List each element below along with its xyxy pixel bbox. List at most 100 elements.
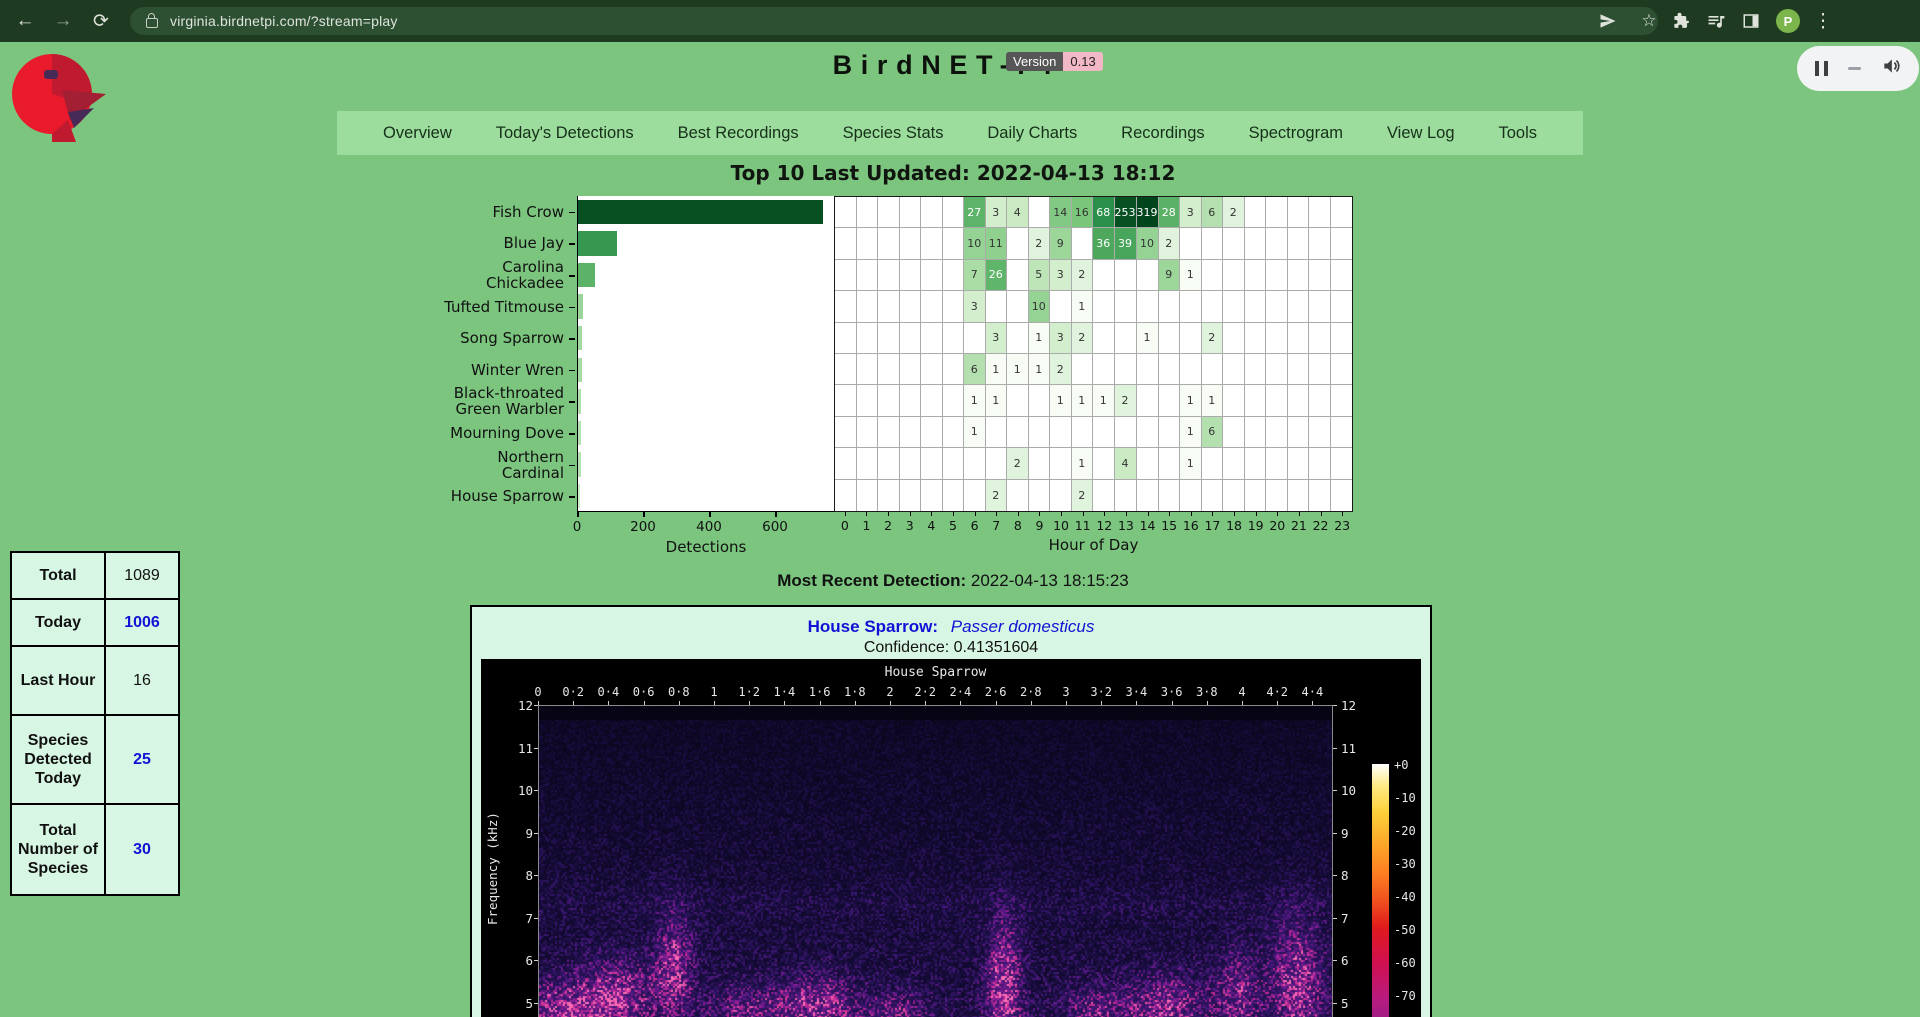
forward-icon[interactable]: → bbox=[48, 0, 78, 42]
stats-value[interactable]: 25 bbox=[106, 716, 178, 803]
side-panel-icon[interactable] bbox=[1742, 7, 1760, 35]
y-tick bbox=[569, 307, 575, 309]
nav-item-today-s-detections[interactable]: Today's Detections bbox=[496, 124, 634, 143]
nav-item-overview[interactable]: Overview bbox=[383, 124, 452, 143]
hour-tick-label: 10 bbox=[1053, 518, 1069, 533]
heatmap-cell: 3 bbox=[986, 197, 1008, 228]
heatmap-cell bbox=[1202, 448, 1224, 479]
time-tick-label: 3·6 bbox=[1161, 685, 1183, 699]
heatmap-cell bbox=[1245, 417, 1267, 448]
url-text[interactable]: virginia.birdnetpi.com/?stream=play bbox=[170, 13, 398, 29]
nav-item-view-log[interactable]: View Log bbox=[1387, 124, 1455, 143]
heatmap-cell bbox=[1245, 228, 1267, 259]
bar-mourning-dove bbox=[578, 421, 581, 446]
time-tick bbox=[820, 701, 821, 705]
profile-avatar[interactable]: P bbox=[1776, 7, 1800, 35]
send-icon[interactable] bbox=[1598, 7, 1618, 35]
heatmap-cell: 2 bbox=[1007, 448, 1029, 479]
pause-button[interactable] bbox=[1815, 61, 1828, 76]
playlist-icon[interactable] bbox=[1706, 7, 1726, 35]
reload-icon[interactable]: ⟳ bbox=[86, 0, 116, 42]
freq-tick-label: 7 bbox=[511, 911, 533, 926]
version-badge: Version 0.13 bbox=[1006, 52, 1103, 71]
nav-item-recordings[interactable]: Recordings bbox=[1121, 124, 1204, 143]
db-tick-label: -60 bbox=[1394, 956, 1416, 970]
heatmap-cell bbox=[1093, 291, 1115, 322]
bookmark-star-icon[interactable]: ☆ bbox=[1636, 0, 1662, 42]
nav-item-best-recordings[interactable]: Best Recordings bbox=[678, 124, 799, 143]
nav-item-species-stats[interactable]: Species Stats bbox=[843, 124, 944, 143]
freq-tick-label: 5 bbox=[1341, 996, 1363, 1011]
heatmap-cell bbox=[1180, 323, 1202, 354]
heatmap-cell: 39 bbox=[1115, 228, 1137, 259]
db-tick-label: -10 bbox=[1394, 791, 1416, 805]
species-name-link[interactable]: House Sparrow: bbox=[808, 617, 938, 636]
freq-tick-label: 6 bbox=[1341, 953, 1363, 968]
detection-card: House Sparrow: Passer domesticus Confide… bbox=[470, 605, 1432, 1017]
menu-dots-icon[interactable]: ⋮ bbox=[1812, 0, 1834, 42]
freq-tick-label: 6 bbox=[511, 953, 533, 968]
heatmap-cell bbox=[1137, 291, 1159, 322]
heatmap-cell bbox=[1331, 354, 1353, 385]
heatmap-cell bbox=[1288, 323, 1310, 354]
heatmap-cell bbox=[1180, 291, 1202, 322]
hour-tick bbox=[1018, 512, 1019, 516]
db-tick-label: -70 bbox=[1394, 989, 1416, 1003]
heatmap-cell bbox=[1115, 417, 1137, 448]
heatmap-cell bbox=[943, 291, 965, 322]
heatmap-cell bbox=[1309, 480, 1331, 511]
hour-tick-label: 18 bbox=[1226, 518, 1242, 533]
spectrogram-image[interactable]: House Sparrow Frequency (kHz) 00·20·40·6… bbox=[481, 659, 1421, 1017]
heatmap-cell bbox=[943, 323, 965, 354]
y-tick bbox=[569, 338, 575, 340]
hour-tick bbox=[910, 512, 911, 516]
stats-value[interactable]: 1006 bbox=[106, 600, 178, 645]
heatmap-cell: 1 bbox=[986, 354, 1008, 385]
heatmap-cell: 1 bbox=[1072, 291, 1094, 322]
heatmap-cell: 1 bbox=[1093, 385, 1115, 416]
nav-item-tools[interactable]: Tools bbox=[1498, 124, 1537, 143]
time-tick bbox=[960, 701, 961, 705]
nav-item-daily-charts[interactable]: Daily Charts bbox=[987, 124, 1077, 143]
heatmap-cell bbox=[1007, 228, 1029, 259]
heatmap-cell bbox=[1007, 260, 1029, 291]
heatmap-cell bbox=[835, 417, 857, 448]
stats-value[interactable]: 30 bbox=[106, 805, 178, 894]
extensions-icon[interactable] bbox=[1672, 7, 1691, 35]
freq-tick-label: 11 bbox=[511, 741, 533, 756]
top10-banner: Top 10 Last Updated: 2022-04-13 18:12 bbox=[0, 161, 1906, 185]
heatmap-cell bbox=[1245, 260, 1267, 291]
hour-tick bbox=[1342, 512, 1343, 516]
time-tick-label: 2·4 bbox=[950, 685, 972, 699]
heatmap-cell bbox=[1093, 323, 1115, 354]
heatmap-cell bbox=[857, 228, 879, 259]
hour-tick-label: 7 bbox=[992, 518, 1000, 533]
hour-tick-label: 15 bbox=[1161, 518, 1177, 533]
address-bar[interactable]: virginia.birdnetpi.com/?stream=play bbox=[130, 7, 1658, 35]
heatmap-cell bbox=[1180, 354, 1202, 385]
heatmap-cell: 3 bbox=[1050, 260, 1072, 291]
hour-tick-label: 9 bbox=[1035, 518, 1043, 533]
heatmap-cell bbox=[986, 291, 1008, 322]
volume-icon[interactable] bbox=[1881, 56, 1901, 81]
birdnetpi-page: ← → ⟳ virginia.birdnetpi.com/?stream=pla… bbox=[0, 0, 1920, 1017]
time-tick-label: 0·6 bbox=[633, 685, 655, 699]
heatmap-cell bbox=[1309, 417, 1331, 448]
hour-tick bbox=[866, 512, 867, 516]
nav-item-spectrogram[interactable]: Spectrogram bbox=[1249, 124, 1343, 143]
heatmap-cell: 36 bbox=[1093, 228, 1115, 259]
heatmap-cell bbox=[1223, 228, 1245, 259]
x-tick bbox=[643, 512, 645, 517]
freq-tick bbox=[1333, 705, 1337, 706]
seek-bar[interactable] bbox=[1848, 67, 1861, 70]
heatmap-cell bbox=[1159, 385, 1181, 416]
heatmap-cell bbox=[835, 480, 857, 511]
back-icon[interactable]: ← bbox=[10, 0, 40, 42]
bar-category-label: NorthernCardinal bbox=[430, 449, 564, 481]
x-tick-label: 600 bbox=[762, 519, 788, 535]
heatmap-cell bbox=[921, 323, 943, 354]
heatmap-cell bbox=[1288, 417, 1310, 448]
heatmap-cell bbox=[1309, 291, 1331, 322]
audio-player[interactable] bbox=[1797, 46, 1919, 91]
heatmap-cell bbox=[921, 385, 943, 416]
